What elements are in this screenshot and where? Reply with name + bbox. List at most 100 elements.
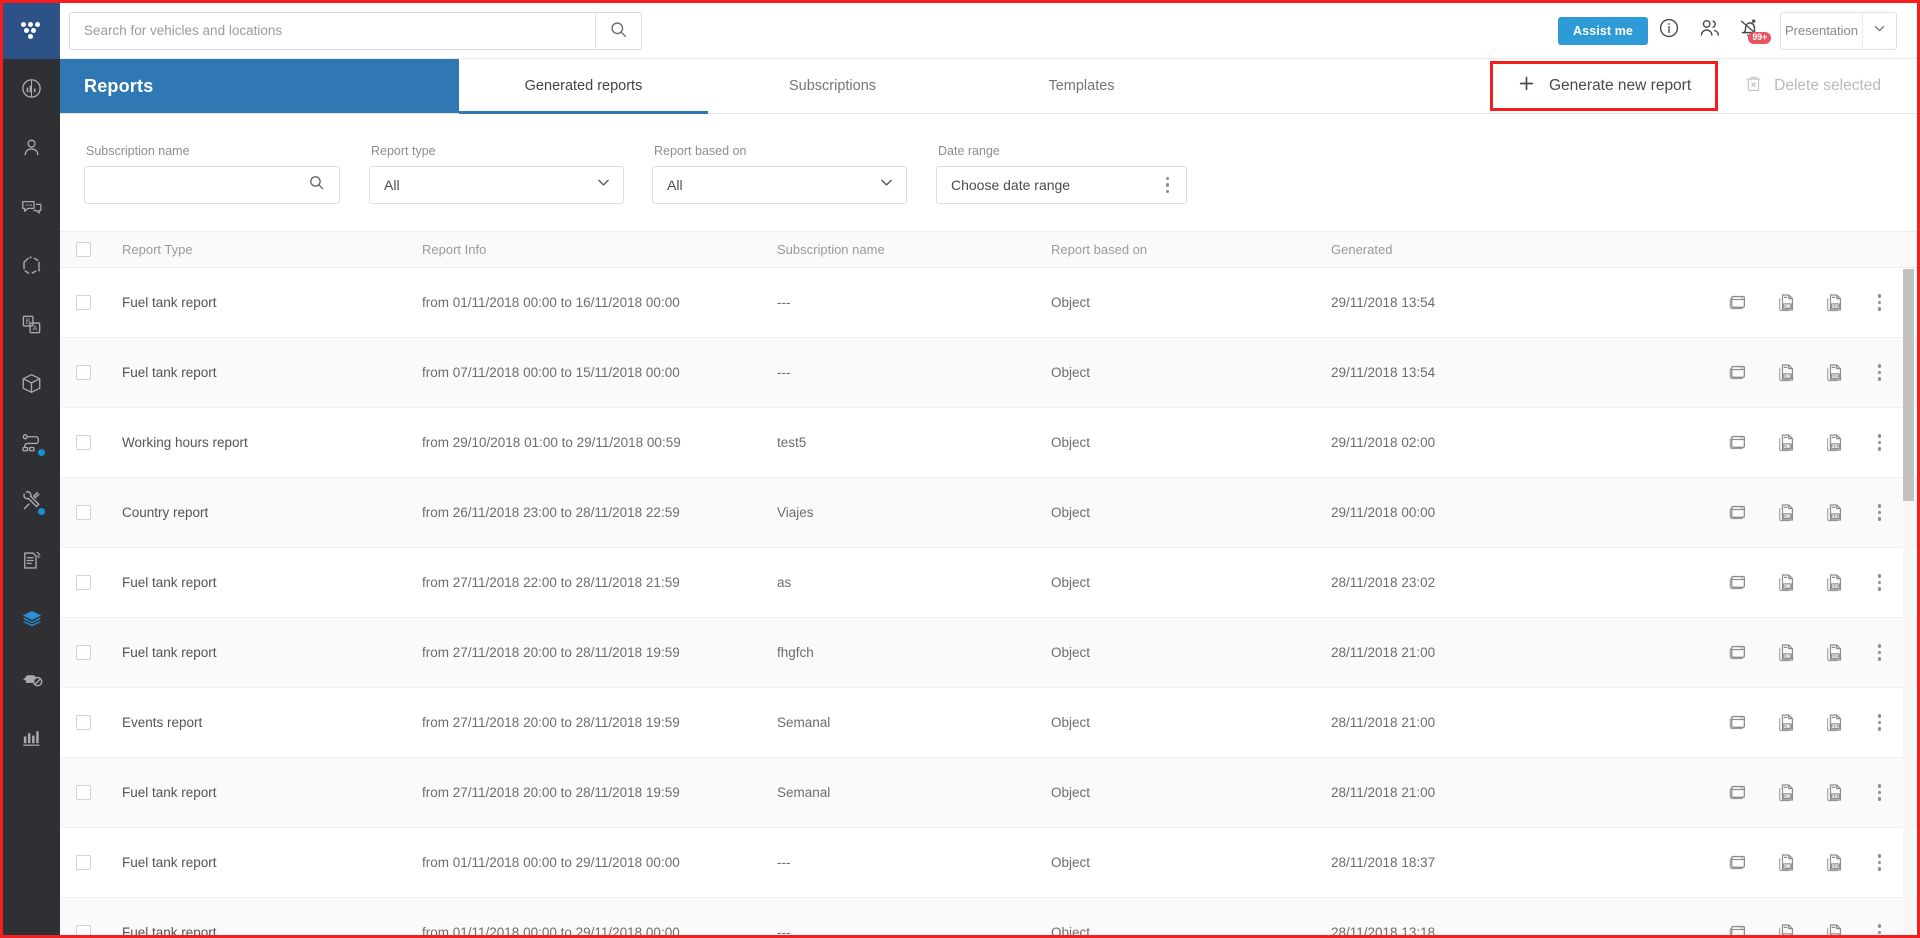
presentation-dropdown-button[interactable] [1862,13,1896,49]
kebab-menu-icon[interactable] [1872,782,1888,803]
xls-file-icon[interactable]: XLS [1776,362,1797,383]
row-checkbox[interactable] [76,785,91,800]
chevron-down-icon[interactable] [595,174,612,196]
select-all-checkbox[interactable] [76,242,91,257]
preview-window-icon[interactable] [1728,922,1749,938]
row-checkbox[interactable] [76,575,91,590]
vertical-scrollbar-thumb[interactable] [1903,269,1914,501]
xls-file-icon[interactable]: XLS [1776,712,1797,733]
pdf-file-icon[interactable]: PDF [1824,642,1845,663]
kebab-icon[interactable] [1160,175,1176,196]
sidebar-item-user[interactable] [3,118,60,177]
pdf-file-icon[interactable]: PDF [1824,572,1845,593]
row-checkbox[interactable] [76,715,91,730]
table-row[interactable]: Fuel tank report from 01/11/2018 00:00 t… [60,828,1917,898]
kebab-menu-icon[interactable] [1872,712,1888,733]
row-checkbox[interactable] [76,505,91,520]
sidebar-item-cargo[interactable] [3,354,60,413]
kebab-menu-icon[interactable] [1872,572,1888,593]
xls-file-icon[interactable]: XLS [1776,852,1797,873]
pdf-file-icon[interactable]: PDF [1824,712,1845,733]
kebab-menu-icon[interactable] [1872,852,1888,873]
column-header-report-type[interactable]: Report Type [122,242,422,257]
pdf-file-icon[interactable]: PDF [1824,502,1845,523]
assist-me-button[interactable]: Assist me [1558,17,1648,45]
preview-window-icon[interactable] [1728,572,1749,593]
xls-file-icon[interactable]: XLS [1776,502,1797,523]
kebab-menu-icon[interactable] [1872,502,1888,523]
preview-window-icon[interactable] [1728,292,1749,313]
kebab-menu-icon[interactable] [1872,292,1888,313]
xls-file-icon[interactable]: XLS [1776,572,1797,593]
column-header-generated[interactable]: Generated [1331,242,1631,257]
subscription-name-field[interactable] [84,166,340,204]
xls-file-icon[interactable]: XLS [1776,432,1797,453]
sidebar-item-reports[interactable] [3,708,60,767]
sidebar-item-workflow[interactable] [3,413,60,472]
preview-window-icon[interactable] [1728,782,1749,803]
table-row[interactable]: Fuel tank report from 01/11/2018 00:00 t… [60,268,1917,338]
report-based-on-select[interactable]: All [652,166,907,204]
app-logo[interactable] [3,3,60,59]
chevron-down-icon[interactable] [878,174,895,196]
search-icon[interactable] [302,174,331,196]
sidebar-item-layers[interactable] [3,590,60,649]
info-button[interactable] [1648,11,1689,51]
search-submit-button[interactable] [595,13,641,49]
table-row[interactable]: Events report from 27/11/2018 20:00 to 2… [60,688,1917,758]
kebab-menu-icon[interactable] [1872,922,1888,938]
xls-file-icon[interactable]: XLS [1776,782,1797,803]
row-checkbox[interactable] [76,295,91,310]
row-checkbox[interactable] [76,645,91,660]
pdf-file-icon[interactable]: PDF [1824,852,1845,873]
preview-window-icon[interactable] [1728,362,1749,383]
column-header-report-based-on[interactable]: Report based on [1051,242,1331,257]
kebab-menu-icon[interactable] [1872,432,1888,453]
table-row[interactable]: Fuel tank report from 27/11/2018 22:00 t… [60,548,1917,618]
report-type-select[interactable]: All [369,166,624,204]
presentation-selector[interactable]: Presentation [1780,12,1897,50]
subscription-name-input[interactable] [99,177,302,193]
preview-window-icon[interactable] [1728,712,1749,733]
kebab-menu-icon[interactable] [1872,642,1888,663]
row-checkbox[interactable] [76,365,91,380]
pdf-file-icon[interactable]: PDF [1824,432,1845,453]
pdf-file-icon[interactable]: PDF [1824,922,1845,938]
notifications-button[interactable]: 99+ [1730,11,1771,51]
tab-subscriptions[interactable]: Subscriptions [708,59,957,113]
pdf-file-icon[interactable]: PDF [1824,292,1845,313]
delete-selected-button[interactable]: Delete selected [1718,59,1899,113]
generate-new-report-button[interactable]: Generate new report [1490,61,1718,111]
people-button[interactable] [1689,11,1730,51]
sidebar-item-translate[interactable]: B A [3,295,60,354]
search-input[interactable] [70,13,595,49]
row-checkbox[interactable] [76,435,91,450]
pdf-file-icon[interactable]: PDF [1824,362,1845,383]
preview-window-icon[interactable] [1728,502,1749,523]
table-row[interactable]: Fuel tank report from 07/11/2018 00:00 t… [60,338,1917,408]
table-row[interactable]: Fuel tank report from 01/11/2018 00:00 t… [60,898,1917,938]
global-search[interactable] [69,12,642,50]
table-row[interactable]: Fuel tank report from 27/11/2018 20:00 t… [60,758,1917,828]
table-row[interactable]: Fuel tank report from 27/11/2018 20:00 t… [60,618,1917,688]
tab-generated-reports[interactable]: Generated reports [459,59,708,113]
table-row[interactable]: Working hours report from 29/10/2018 01:… [60,408,1917,478]
row-checkbox[interactable] [76,855,91,870]
sidebar-item-maintenance[interactable] [3,472,60,531]
xls-file-icon[interactable]: XLS [1776,292,1797,313]
kebab-menu-icon[interactable] [1872,362,1888,383]
sidebar-item-documents[interactable] [3,531,60,590]
sidebar-item-dashboard[interactable] [3,59,60,118]
column-header-report-info[interactable]: Report Info [422,242,777,257]
date-range-picker[interactable]: Choose date range [936,166,1187,204]
pdf-file-icon[interactable]: PDF [1824,782,1845,803]
table-row[interactable]: Country report from 26/11/2018 23:00 to … [60,478,1917,548]
preview-window-icon[interactable] [1728,642,1749,663]
xls-file-icon[interactable]: XLS [1776,642,1797,663]
preview-window-icon[interactable] [1728,432,1749,453]
sidebar-item-routes[interactable] [3,236,60,295]
sidebar-item-vehicles[interactable] [3,649,60,708]
preview-window-icon[interactable] [1728,852,1749,873]
tab-templates[interactable]: Templates [957,59,1206,113]
sidebar-item-messages[interactable] [3,177,60,236]
